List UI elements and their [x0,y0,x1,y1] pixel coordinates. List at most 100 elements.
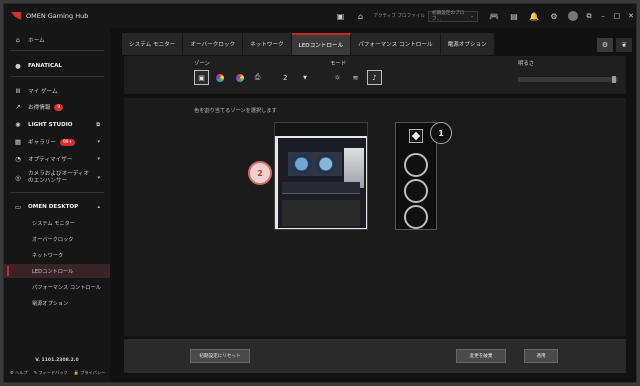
divider [10,50,104,51]
omen-logo [11,12,21,20]
save-icon[interactable]: ⎙ [250,70,265,85]
chat-icon[interactable]: ▤ [506,8,522,24]
home-icon[interactable]: ⌂ [353,8,369,24]
zone-count-select[interactable]: 2 ▼ [280,70,310,85]
chevron-down-icon: ▾ [97,174,100,181]
sidebar-item-rewards[interactable]: ↗ お得情報 9 [4,100,110,114]
tab-system-monitor[interactable]: システム モニター [122,33,184,55]
led-zone-1-button[interactable] [409,129,423,143]
pc-preview-image [274,122,368,230]
diamond-logo-icon [411,131,421,141]
brightness-slider-thumb[interactable] [612,76,617,83]
sidebar-subitem-overclock[interactable]: オーバークロック [4,232,110,246]
sidebar-item-label: お得情報 [28,105,51,111]
pc-psu-shroud [282,200,360,226]
external-link-icon: ⧉ [96,122,100,128]
sidebar-item-my-games[interactable]: Ⅲ マイ ゲーム [4,84,110,98]
tab-led-control[interactable]: LEDコントロール [291,33,352,55]
color-wheel-button[interactable] [232,70,247,85]
sidebar-subitem-led-control[interactable]: LEDコントロール [4,264,110,278]
sidebar-item-label: カメラおよびオーディオのエンハンサー [28,171,90,184]
sidebar-item-home[interactable]: ⌂ ホーム [4,33,110,47]
main-panel: システム モニター オーバークロック ネットワーク LEDコントロール パフォー… [110,28,636,382]
close-icon[interactable]: ✕ [624,12,636,20]
gallery-icon: ▦ [14,138,22,146]
scoreboard-icon[interactable]: ▣ [333,8,349,24]
wave-mode-icon[interactable]: ≋ [348,70,363,85]
zone-count-value: 2 [283,73,288,82]
sidebar-item-fanatical[interactable]: ● FANATICAL [4,59,110,73]
zone-label: ゾーン [194,61,210,67]
color-wheel-icon [235,73,244,82]
sidebar-subitem-network[interactable]: ネットワーク [4,248,110,262]
discard-button[interactable]: 変更を破棄 [456,349,506,363]
zone-2-callout[interactable]: 2 [248,161,272,185]
footer-links: ⚙ ヘルプ ✎ フィードバック 🔒 プライバシー [10,370,105,376]
static-zone-icon[interactable]: ▣ [194,70,209,85]
camera-icon: ◎ [15,173,21,182]
pc-cooler [288,152,342,176]
profile-value: 初期設定のプロフ... [432,11,465,22]
library-icon: Ⅲ [15,87,21,95]
sidebar-item-label: FANATICAL [28,63,62,69]
profile-select[interactable]: 初期設定のプロフ... ⌄ [428,10,478,22]
zone-1-callout[interactable]: 1 [430,122,452,144]
mode-label: モード [330,61,347,67]
breathing-mode-icon[interactable]: ☼ [330,70,345,85]
tab-performance[interactable]: パフォーマンス コントロール [351,33,441,55]
fan-ring[interactable] [404,153,428,177]
chart-icon: ↗ [15,103,21,111]
tab-overclock[interactable]: オーバークロック [183,33,244,55]
sidebar-item-gallery[interactable]: ▦ ギャラリー 99+ ▾ [4,135,110,149]
leaf-icon[interactable]: ❦ [616,38,632,52]
restore-icon[interactable]: ⧉ [582,12,596,21]
chevron-down-icon: ▾ [97,139,100,145]
home-icon: ⌂ [15,36,21,44]
sidebar-item-omen-desktop[interactable]: ▭ OMEN DESKTOP ▴ [4,200,110,214]
help-link[interactable]: ⚙ ヘルプ [10,370,28,376]
rainbow-zone-button[interactable] [212,70,227,85]
fan-ring[interactable] [404,205,428,229]
apply-button[interactable]: 適用 [524,349,558,363]
feedback-link[interactable]: ✎ フィードバック [34,370,68,376]
maximize-icon[interactable]: □ [610,12,624,20]
avatar[interactable] [568,11,578,21]
privacy-label: プライバシー [80,370,106,375]
sidebar-item-label: ギャラリー [28,140,56,146]
brightness-label: 明るさ [518,61,535,67]
minimize-icon[interactable]: – [596,12,610,20]
desktop-icon: ▭ [14,203,22,211]
profile-label: アクティブ プロファイル [373,14,426,19]
tab-power[interactable]: 電源オプション [440,33,495,55]
sidebar-subitem-performance[interactable]: パフォーマンス コントロール [4,280,110,294]
rainbow-icon [215,73,224,82]
bell-icon[interactable]: 🔔 [526,8,542,24]
notification-badge: 9 [54,103,64,111]
sidebar-item-light-studio[interactable]: ✺ LIGHT STUDIO ⧉ [4,118,110,132]
brightness-slider[interactable] [518,76,618,83]
reset-button[interactable]: 初期設定にリセット [190,349,250,363]
control-bar: ゾーン ▣ ⎙ 2 ▼ モード ☼ ≋ ♪ 明るさ [124,56,626,94]
notification-badge: 99+ [59,138,76,146]
zone-hint-text: 色を割り当てるゾーンを選択します [194,108,277,114]
custom-mode-icon[interactable]: ♪ [367,70,382,85]
action-bar: 初期設定にリセット 変更を破棄 適用 [124,339,626,373]
sidebar-item-camera-audio[interactable]: ◎ カメラおよびオーディオのエンハンサー ▾ [4,169,110,187]
version-text: V. 1101.2308.2.0 [35,358,79,363]
privacy-link[interactable]: 🔒 プライバシー [74,370,106,376]
sidebar-item-label: ホーム [28,38,45,44]
optimizer-icon: ◔ [15,155,21,163]
gamepad-icon[interactable]: 🎮 [486,8,502,24]
settings-icon[interactable]: ⚙ [597,38,613,52]
title-bar-actions: ▣ ⌂ アクティブ プロファイル 初期設定のプロフ... ⌄ 🎮 ▤ 🔔 ⚙ ⧉… [331,4,637,28]
tab-network[interactable]: ネットワーク [243,33,292,55]
sidebar-item-label: OMEN DESKTOP [28,204,79,210]
sidebar-item-optimizer[interactable]: ◔ オプティマイザー ▾ [4,152,110,166]
gear-icon[interactable]: ⚙ [546,8,562,24]
sidebar-subitem-system-monitor[interactable]: システム モニター [4,216,110,230]
title-bar: OMEN Gaming Hub ▣ ⌂ アクティブ プロファイル 初期設定のプロ… [4,4,637,28]
sidebar-subitem-power[interactable]: 電源オプション [4,296,110,310]
fan-ring[interactable] [404,179,428,203]
help-label: ヘルプ [15,370,28,375]
sidebar-item-label: LIGHT STUDIO [28,122,73,128]
